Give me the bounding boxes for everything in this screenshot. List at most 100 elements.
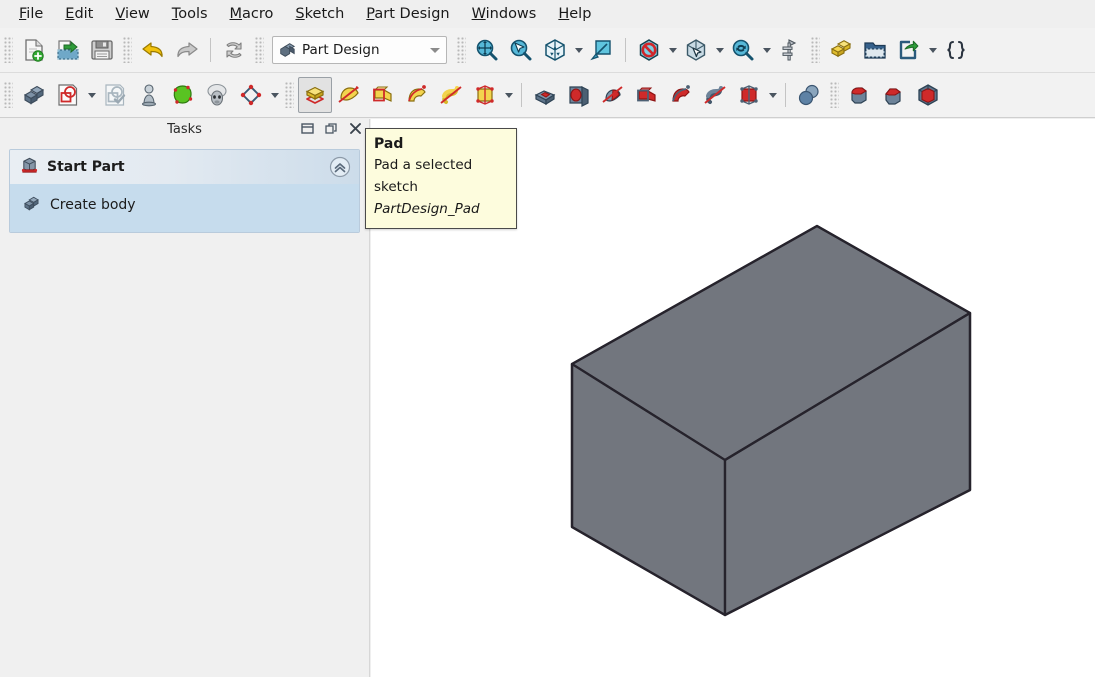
- validate-sketch-button[interactable]: [200, 77, 234, 113]
- axonometric-view-dropdown[interactable]: [572, 32, 585, 68]
- chamfer-button[interactable]: [877, 77, 911, 113]
- subtractive-primitive-dropdown[interactable]: [766, 77, 779, 113]
- menu-view[interactable]: View: [104, 3, 160, 25]
- create-group-button[interactable]: [858, 32, 892, 68]
- tasks-panel-buttons: [300, 121, 363, 136]
- subtractive-primitive-button[interactable]: [732, 77, 766, 113]
- subtractive-pipe-icon: [668, 82, 694, 108]
- redo-button[interactable]: [170, 32, 204, 68]
- open-document-button[interactable]: [51, 32, 85, 68]
- additive-helix-button[interactable]: [434, 77, 468, 113]
- toolbar-grip[interactable]: [4, 37, 13, 63]
- create-body-button[interactable]: [17, 77, 51, 113]
- map-sketch-icon: [170, 82, 196, 108]
- fit-selection-button[interactable]: [504, 32, 538, 68]
- additive-primitive-button[interactable]: [468, 77, 502, 113]
- menu-macro[interactable]: Macro: [219, 3, 285, 25]
- tooltip-description: Pad a selected sketch: [374, 157, 473, 195]
- additive-pipe-icon: [404, 82, 430, 108]
- collapse-group-button[interactable]: [329, 156, 351, 178]
- draw-style-dropdown[interactable]: [666, 32, 679, 68]
- menu-file[interactable]: File: [8, 3, 54, 25]
- create-part-button[interactable]: [824, 32, 858, 68]
- menu-part-design[interactable]: Part Design: [355, 3, 460, 25]
- start-part-header[interactable]: Start Part: [10, 150, 359, 184]
- thickness-icon: [915, 82, 941, 108]
- draw-style-icon: [636, 37, 662, 63]
- toolbar-grip[interactable]: [457, 37, 466, 63]
- toolbar-grip[interactable]: [285, 82, 294, 108]
- axonometric-view-icon: [542, 37, 568, 63]
- toolbar-grip[interactable]: [123, 37, 132, 63]
- refresh-button[interactable]: [217, 32, 251, 68]
- menu-windows[interactable]: Windows: [461, 3, 548, 25]
- menu-tools[interactable]: Tools: [161, 3, 219, 25]
- dock-panel-button[interactable]: [300, 121, 315, 136]
- save-document-button[interactable]: [85, 32, 119, 68]
- start-part-icon: [20, 156, 39, 179]
- pocket-button[interactable]: [528, 77, 562, 113]
- subtractive-loft-button[interactable]: [630, 77, 664, 113]
- zoom-box-icon: [730, 37, 756, 63]
- map-sketch-button[interactable]: [166, 77, 200, 113]
- toolbar-separator: [521, 83, 522, 107]
- additive-primitive-icon: [472, 82, 498, 108]
- create-body-task-item[interactable]: Create body: [10, 190, 359, 220]
- revolution-button[interactable]: [332, 77, 366, 113]
- menu-help[interactable]: Help: [547, 3, 602, 25]
- thickness-button[interactable]: [911, 77, 945, 113]
- undo-icon: [139, 37, 167, 63]
- menu-edit[interactable]: Edit: [54, 3, 104, 25]
- make-link-dropdown[interactable]: [926, 32, 939, 68]
- attachment-icon: [136, 82, 162, 108]
- workbench-selector[interactable]: Part Design: [272, 36, 447, 64]
- clipping-plane-button[interactable]: [585, 32, 619, 68]
- axonometric-view-button[interactable]: [538, 32, 572, 68]
- create-sketch-dropdown[interactable]: [85, 77, 98, 113]
- measure-icon: [777, 37, 803, 63]
- zoom-box-dropdown[interactable]: [760, 32, 773, 68]
- measure-button[interactable]: [773, 32, 807, 68]
- additive-primitive-dropdown[interactable]: [502, 77, 515, 113]
- zoom-box-button[interactable]: [726, 32, 760, 68]
- additive-loft-button[interactable]: [366, 77, 400, 113]
- edit-sketch-button[interactable]: [98, 77, 132, 113]
- selection-view-button[interactable]: [679, 32, 713, 68]
- float-panel-button[interactable]: [324, 121, 339, 136]
- chamfer-icon: [881, 82, 907, 108]
- create-datum-dropdown[interactable]: [268, 77, 281, 113]
- boolean-button[interactable]: [792, 77, 826, 113]
- toolbar-grip[interactable]: [830, 82, 839, 108]
- create-sketch-button[interactable]: [51, 77, 85, 113]
- toolbar-grip[interactable]: [4, 82, 13, 108]
- edit-sketch-icon: [102, 82, 128, 108]
- close-panel-button[interactable]: [348, 121, 363, 136]
- toolbar-grip[interactable]: [255, 37, 264, 63]
- hole-button[interactable]: [562, 77, 596, 113]
- chevron-down-icon[interactable]: [424, 48, 446, 53]
- pad-button[interactable]: [298, 77, 332, 113]
- attachment-button[interactable]: [132, 77, 166, 113]
- new-document-button[interactable]: [17, 32, 51, 68]
- groove-button[interactable]: [596, 77, 630, 113]
- menu-sketch[interactable]: Sketch: [284, 3, 355, 25]
- fit-all-button[interactable]: [470, 32, 504, 68]
- tasks-panel-titlebar: Tasks: [0, 119, 369, 140]
- subtractive-helix-button[interactable]: [698, 77, 732, 113]
- make-link-button[interactable]: [892, 32, 926, 68]
- create-datum-button[interactable]: [234, 77, 268, 113]
- validate-sketch-icon: [204, 82, 230, 108]
- selection-view-dropdown[interactable]: [713, 32, 726, 68]
- additive-pipe-button[interactable]: [400, 77, 434, 113]
- groove-icon: [600, 82, 626, 108]
- subtractive-loft-icon: [634, 82, 660, 108]
- create-body-task-label: Create body: [50, 197, 136, 213]
- save-document-icon: [89, 37, 115, 63]
- fillet-button[interactable]: [843, 77, 877, 113]
- expression-button[interactable]: [939, 32, 973, 68]
- toolbar-grip[interactable]: [811, 37, 820, 63]
- subtractive-pipe-button[interactable]: [664, 77, 698, 113]
- boolean-icon: [796, 82, 822, 108]
- undo-button[interactable]: [136, 32, 170, 68]
- draw-style-button[interactable]: [632, 32, 666, 68]
